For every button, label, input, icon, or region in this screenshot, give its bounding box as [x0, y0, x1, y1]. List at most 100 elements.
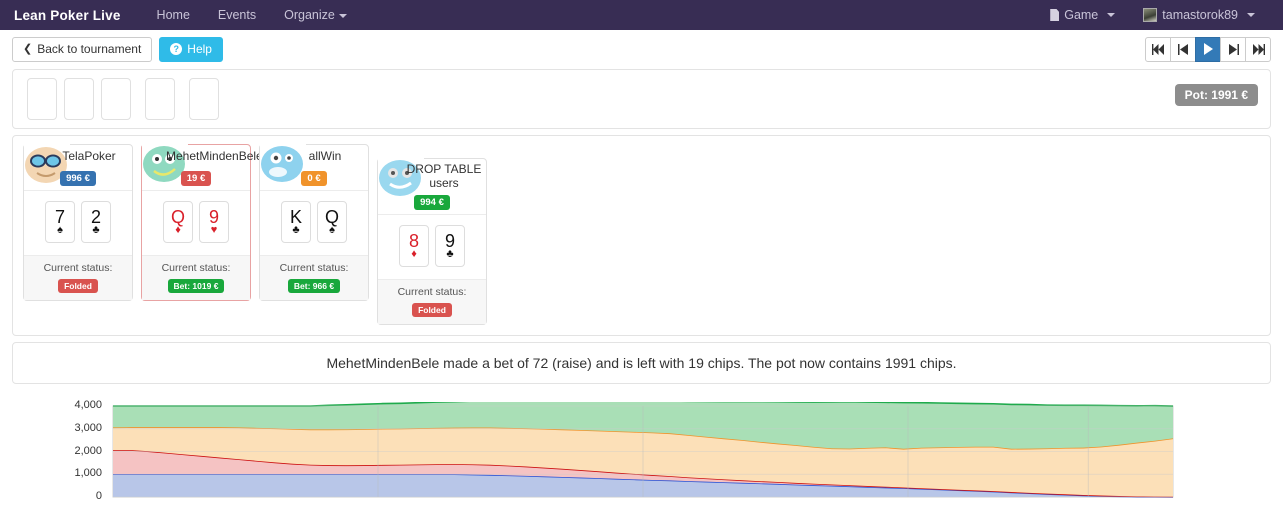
player-header: DROP TABLE users 994 € [378, 159, 486, 215]
skip-to-start-button[interactable] [1145, 37, 1171, 62]
nav-item-game-label: Game [1064, 0, 1098, 30]
player-card-drop-table-users[interactable]: DROP TABLE users 994 € 8 ♦ 9 ♣ Current s… [377, 158, 487, 325]
question-mark-icon: ? [170, 43, 182, 55]
hole-card: 9 ♣ [435, 225, 465, 267]
nav-item-events-label: Events [218, 8, 256, 22]
main-nav: Home Events Organize [143, 0, 361, 30]
chart-y-tick-label: 4,000 [40, 399, 102, 411]
step-forward-icon [1228, 44, 1239, 55]
players-panel: TelaPoker 996 € 7 ♠ 2 ♣ Current status: … [12, 135, 1271, 336]
player-status: Current status: Folded [24, 255, 132, 300]
chart-y-tick-label: 1,000 [40, 467, 102, 479]
pot-badge: Pot: 1991 € [1175, 84, 1258, 106]
player-chips-badge: 0 € [301, 171, 326, 186]
top-navbar: Lean Poker Live Home Events Organize Gam… [0, 0, 1283, 30]
player-chips: 994 € [378, 193, 486, 210]
player-hole-cards: K ♣ Q ♠ [260, 191, 368, 255]
player-chips: 996 € [24, 169, 132, 186]
game-message-text: MehetMindenBele made a bet of 72 (raise)… [326, 355, 956, 371]
chart-y-tick-label: 0 [40, 490, 102, 502]
card-suit: ♣ [446, 249, 453, 260]
player-hole-cards: 8 ♦ 9 ♣ [378, 215, 486, 279]
player-chips-badge: 994 € [414, 195, 450, 210]
player-status: Current status: Bet: 966 € [260, 255, 368, 300]
step-back-icon [1178, 44, 1189, 55]
brand-logo[interactable]: Lean Poker Live [14, 8, 121, 23]
game-message-panel: MehetMindenBele made a bet of 72 (raise)… [12, 342, 1271, 384]
chevron-down-icon [339, 14, 347, 18]
playback-controls [1145, 37, 1271, 62]
play-button[interactable] [1195, 37, 1221, 62]
card-suit: ♠ [57, 225, 63, 236]
hole-card: 2 ♣ [81, 201, 111, 243]
card-suit: ♣ [92, 225, 99, 236]
step-back-button[interactable] [1170, 37, 1196, 62]
chevron-left-icon: ❮ [23, 42, 32, 57]
status-badge: Folded [58, 279, 98, 293]
chart-canvas: 01,0002,0003,0004,000 [0, 402, 1283, 512]
player-card-allwin[interactable]: allWin 0 € K ♣ Q ♠ Current status: Bet: … [259, 144, 369, 301]
player-name: TelaPoker [48, 149, 130, 163]
hole-card: 8 ♦ [399, 225, 429, 267]
player-name: DROP TABLE users [404, 162, 484, 190]
community-cards-panel: Pot: 1991 € [12, 69, 1271, 129]
card-suit: ♥ [211, 225, 218, 236]
player-header: TelaPoker 996 € [24, 145, 132, 191]
back-to-tournament-label: Back to tournament [37, 42, 141, 57]
player-hole-cards: 7 ♠ 2 ♣ [24, 191, 132, 255]
player-name: allWin [284, 149, 366, 163]
player-hole-cards: Q ♦ 9 ♥ [142, 191, 250, 255]
hole-card: 9 ♥ [199, 201, 229, 243]
community-card-slot [27, 78, 57, 120]
skip-to-end-button[interactable] [1245, 37, 1271, 62]
help-label: Help [187, 42, 212, 57]
player-name: MehetMindenBele [166, 149, 248, 163]
avatar-icon [1143, 8, 1157, 22]
document-icon [1050, 9, 1059, 21]
status-badge: Bet: 966 € [288, 279, 340, 293]
chevron-down-icon [1107, 13, 1115, 17]
step-forward-button[interactable] [1220, 37, 1246, 62]
nav-item-home-label: Home [157, 8, 190, 22]
action-toolbar: ❮ Back to tournament ? Help [0, 30, 1283, 63]
player-header: allWin 0 € [260, 145, 368, 191]
community-card-slot [145, 78, 175, 120]
card-suit: ♠ [329, 225, 335, 236]
player-status-label: Current status: [378, 286, 486, 298]
card-suit: ♦ [175, 225, 181, 236]
community-card-slot [101, 78, 131, 120]
nav-item-organize-label: Organize [284, 8, 335, 22]
player-status-label: Current status: [260, 262, 368, 274]
player-card-telapoker[interactable]: TelaPoker 996 € 7 ♠ 2 ♣ Current status: … [23, 144, 133, 301]
player-status-label: Current status: [24, 262, 132, 274]
status-badge: Bet: 1019 € [168, 279, 225, 293]
help-button[interactable]: ? Help [159, 37, 223, 62]
status-badge: Folded [412, 303, 452, 317]
player-chips: 19 € [142, 169, 250, 186]
player-status-label: Current status: [142, 262, 250, 274]
card-suit: ♣ [292, 225, 299, 236]
player-chips-badge: 996 € [60, 171, 96, 186]
chip-history-chart: 01,0002,0003,0004,000 [0, 402, 1283, 512]
player-card-mehetmindenbele[interactable]: MehetMindenBele 19 € Q ♦ 9 ♥ Current sta… [141, 144, 251, 301]
chart-plot-area [0, 402, 1283, 512]
nav-item-game[interactable]: Game [1036, 0, 1129, 30]
play-icon [1203, 43, 1214, 55]
community-card-slot [64, 78, 94, 120]
skip-to-start-icon [1152, 44, 1165, 55]
nav-right-group: Game tamastorok89 [1036, 0, 1269, 30]
nav-item-home[interactable]: Home [143, 0, 204, 30]
hole-card: K ♣ [281, 201, 311, 243]
player-chips: 0 € [260, 169, 368, 186]
nav-item-user-label: tamastorok89 [1162, 0, 1238, 30]
chevron-down-icon [1247, 13, 1255, 17]
nav-item-events[interactable]: Events [204, 0, 270, 30]
nav-item-user[interactable]: tamastorok89 [1129, 0, 1269, 30]
skip-to-end-icon [1252, 44, 1265, 55]
player-header: MehetMindenBele 19 € [142, 145, 250, 191]
community-card-slot [189, 78, 219, 120]
player-chips-badge: 19 € [181, 171, 212, 186]
back-to-tournament-button[interactable]: ❮ Back to tournament [12, 37, 152, 62]
chart-y-tick-label: 3,000 [40, 422, 102, 434]
nav-item-organize[interactable]: Organize [270, 0, 361, 30]
